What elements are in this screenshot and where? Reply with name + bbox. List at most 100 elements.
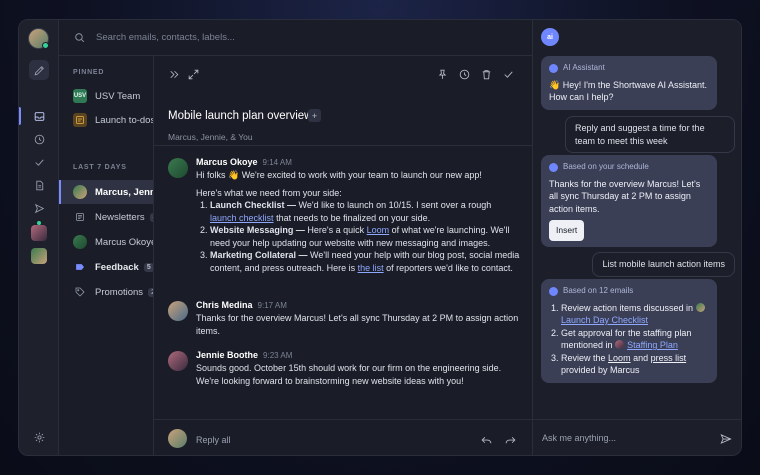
- list-item-label: Launch to-dos: [95, 114, 153, 126]
- sender-name: Chris Medina: [196, 300, 253, 310]
- tag-icon: [73, 285, 87, 299]
- thread-participants: Marcus, Jennie, & You: [168, 132, 253, 142]
- list-item-label: Newsletters: [95, 211, 145, 223]
- loom-link[interactable]: Loom: [367, 225, 390, 235]
- list-item-marcus-okoye[interactable]: Marcus Okoye: [59, 230, 153, 254]
- reply-button[interactable]: [480, 433, 493, 446]
- thread-view: Mobile launch plan overview + Marcus, Je…: [154, 56, 532, 455]
- sent-nav-button[interactable]: [29, 198, 49, 218]
- action-item: Review the Loom and press list provided …: [561, 352, 709, 377]
- list-item-newsletters[interactable]: Newsletters 4: [59, 205, 153, 229]
- app-window: PINNED USV USV Team Launch to-dos LAST 7…: [18, 19, 742, 456]
- pin-icon: [438, 69, 447, 79]
- avatar: [168, 158, 188, 178]
- loom-link[interactable]: Loom: [608, 353, 631, 363]
- double-chevron-right-icon: [170, 70, 179, 79]
- list-item-usv-team[interactable]: USV USV Team: [59, 84, 153, 108]
- ai-assistant-panel: ai AI Assistant 👋 Hey! I'm the Shortwave…: [532, 20, 741, 455]
- list-item-marcus-jennie[interactable]: Marcus, Jennie: [59, 180, 153, 204]
- ai-message: AI Assistant 👋 Hey! I'm the Shortwave AI…: [541, 56, 717, 110]
- list-item-promotions[interactable]: Promotions 2: [59, 280, 153, 304]
- label-tag-icon: [73, 260, 87, 274]
- recent-section-label: LAST 7 DAYS: [73, 164, 127, 171]
- forward-icon: [505, 437, 516, 444]
- list-item-launch-todos[interactable]: Launch to-dos: [59, 108, 153, 132]
- mark-done-button[interactable]: [502, 68, 515, 81]
- contact-avatar[interactable]: [31, 248, 47, 264]
- request-item: Launch Checklist — We'd like to launch o…: [210, 199, 520, 224]
- pencil-icon: [34, 65, 44, 75]
- message-time: 9:14 AM: [262, 158, 292, 167]
- group-avatar: [73, 185, 87, 199]
- ai-message: Based on 12 emails Review action items d…: [541, 279, 717, 383]
- request-item: Website Messaging — Here's a quick Loom …: [210, 224, 520, 249]
- snoozed-nav-button[interactable]: [29, 129, 49, 149]
- tag-label: Based on your schedule: [563, 162, 649, 171]
- list-item-label: Feedback: [95, 261, 139, 273]
- usv-team-icon: USV: [73, 89, 87, 103]
- ai-tag: AI Assistant: [549, 62, 709, 75]
- tag-label: AI Assistant: [563, 63, 605, 72]
- send-icon: [720, 434, 732, 444]
- collapse-button[interactable]: [168, 68, 181, 81]
- press-list-link[interactable]: press list: [651, 353, 687, 363]
- expand-icon: [188, 69, 199, 80]
- settings-button[interactable]: [29, 427, 49, 447]
- item-text: Review action items discussed in: [561, 302, 694, 313]
- sparkle-icon: [549, 63, 558, 73]
- compose-button[interactable]: [29, 60, 49, 80]
- send-icon: [34, 203, 44, 213]
- launch-day-checklist-link[interactable]: Launch Day Checklist: [561, 315, 648, 325]
- current-user-avatar[interactable]: [28, 28, 49, 49]
- list-item-feedback[interactable]: Feedback 5: [59, 255, 153, 279]
- search-input[interactable]: [96, 32, 456, 43]
- send-button[interactable]: [719, 432, 733, 446]
- inbox-icon: [34, 111, 44, 121]
- sparkle-icon: [549, 286, 558, 296]
- launch-checklist-link[interactable]: launch checklist: [210, 213, 274, 223]
- pin-button[interactable]: [436, 68, 449, 81]
- message: Jennie Boothe 9:23 AM Sounds good. Octobe…: [168, 350, 520, 390]
- contact-avatar: [73, 235, 87, 249]
- drafts-nav-button[interactable]: [29, 175, 49, 195]
- message-body: Sounds good. October 15th should work fo…: [196, 363, 502, 386]
- check-icon: [34, 159, 44, 166]
- expand-button[interactable]: [187, 68, 200, 81]
- ai-message: Based on your schedule Thanks for the ov…: [541, 155, 717, 247]
- sparkle-icon: [549, 162, 558, 172]
- item-text: We'd like to launch on 10/15. I sent ove…: [298, 200, 492, 210]
- ai-input-bar: [533, 419, 741, 455]
- online-status-dot: [42, 42, 49, 49]
- count-badge: 4: [149, 212, 153, 222]
- forward-button[interactable]: [504, 433, 517, 446]
- search-bar: [59, 20, 532, 56]
- item-text: and: [633, 352, 649, 363]
- reply-icon: [481, 437, 492, 444]
- note-icon: [73, 113, 87, 127]
- list-item-label: USV Team: [95, 90, 141, 102]
- inbox-nav-button[interactable]: [29, 106, 49, 126]
- clock-icon: [34, 134, 44, 144]
- contact-avatar[interactable]: [31, 225, 47, 241]
- staffing-plan-link[interactable]: Staffing Plan: [627, 340, 678, 350]
- reply-all-input[interactable]: Reply all: [196, 435, 231, 445]
- message-time: 9:17 AM: [257, 301, 287, 310]
- item-title: Marketing Collateral —: [210, 250, 308, 260]
- delete-button[interactable]: [480, 68, 493, 81]
- active-indicator: [19, 107, 21, 125]
- done-nav-button[interactable]: [29, 152, 49, 172]
- avatar: [168, 429, 187, 448]
- add-label-button[interactable]: +: [308, 109, 321, 122]
- count-badge: 5: [143, 262, 153, 272]
- message-body: Thanks for the overview Marcus! Let's al…: [196, 313, 519, 336]
- ask-ai-input[interactable]: [542, 433, 702, 443]
- snooze-button[interactable]: [458, 68, 471, 81]
- sender-name: Jennie Boothe: [196, 350, 259, 360]
- list-item-label: Marcus Okoye: [95, 236, 153, 248]
- ai-tag: Based on your schedule: [549, 161, 709, 174]
- sender-name: Marcus Okoye: [196, 157, 258, 167]
- thread-toolbar: [154, 56, 532, 94]
- insert-button[interactable]: Insert: [549, 220, 585, 241]
- message-time: 9:23 AM: [263, 351, 293, 360]
- the-list-link[interactable]: the list: [358, 263, 384, 273]
